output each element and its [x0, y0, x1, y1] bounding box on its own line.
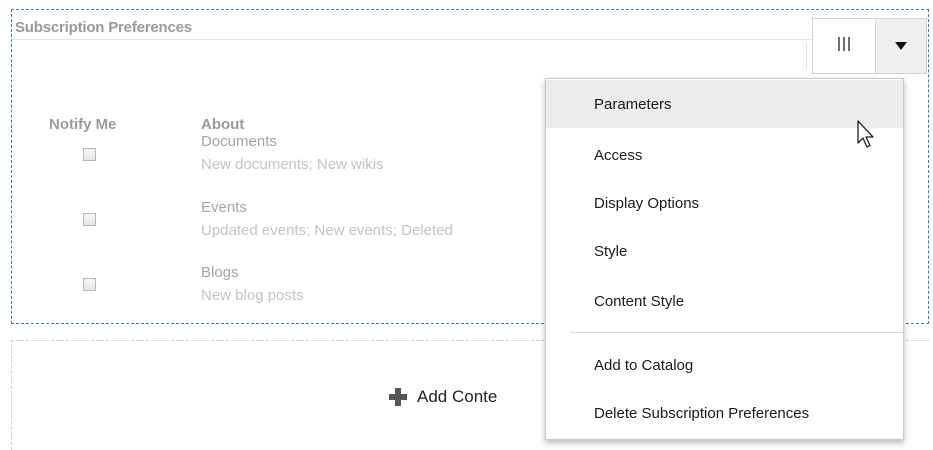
menu-item-style[interactable]: Style — [546, 227, 903, 275]
menu-item-delete-subscription-preferences[interactable]: Delete Subscription Preferences — [546, 389, 903, 437]
title-divider — [12, 39, 928, 40]
add-content-button[interactable]: Add Conte — [389, 387, 497, 407]
subscription-desc-events: Updated events; New events; Deleted — [201, 222, 453, 239]
portlet-title: Subscription Preferences — [15, 19, 192, 36]
column-layout-icon — [837, 36, 851, 57]
documents-checkbox[interactable] — [83, 148, 96, 161]
add-content-label: Add Conte — [417, 387, 498, 406]
menu-item-access[interactable]: Access — [546, 131, 903, 179]
portlet-toolbar — [812, 18, 927, 74]
plus-icon — [389, 388, 407, 406]
caret-down-icon — [895, 39, 907, 53]
subscription-desc-documents: New documents; New wikis — [201, 156, 384, 173]
actions-dropdown-button[interactable] — [876, 19, 926, 73]
subscription-name-blogs: Blogs — [201, 264, 239, 281]
events-checkbox[interactable] — [83, 213, 96, 226]
actions-menu: Parameters Access Display Options Style … — [545, 78, 904, 440]
menu-item-content-style[interactable]: Content Style — [546, 277, 903, 325]
menu-item-display-options[interactable]: Display Options — [546, 179, 903, 227]
subscription-name-documents: Documents — [201, 133, 277, 150]
subscription-desc-blogs: New blog posts — [201, 287, 304, 304]
column-header-about: About — [201, 116, 245, 133]
menu-item-parameters[interactable]: Parameters — [546, 80, 903, 128]
subscription-name-events: Events — [201, 199, 247, 216]
menu-divider — [570, 332, 903, 333]
menu-item-add-to-catalog[interactable]: Add to Catalog — [546, 341, 903, 389]
column-layout-button[interactable] — [813, 19, 876, 73]
mouse-cursor-icon — [856, 120, 880, 152]
blogs-checkbox[interactable] — [83, 278, 96, 291]
column-header-notify-me: Notify Me — [49, 116, 117, 133]
